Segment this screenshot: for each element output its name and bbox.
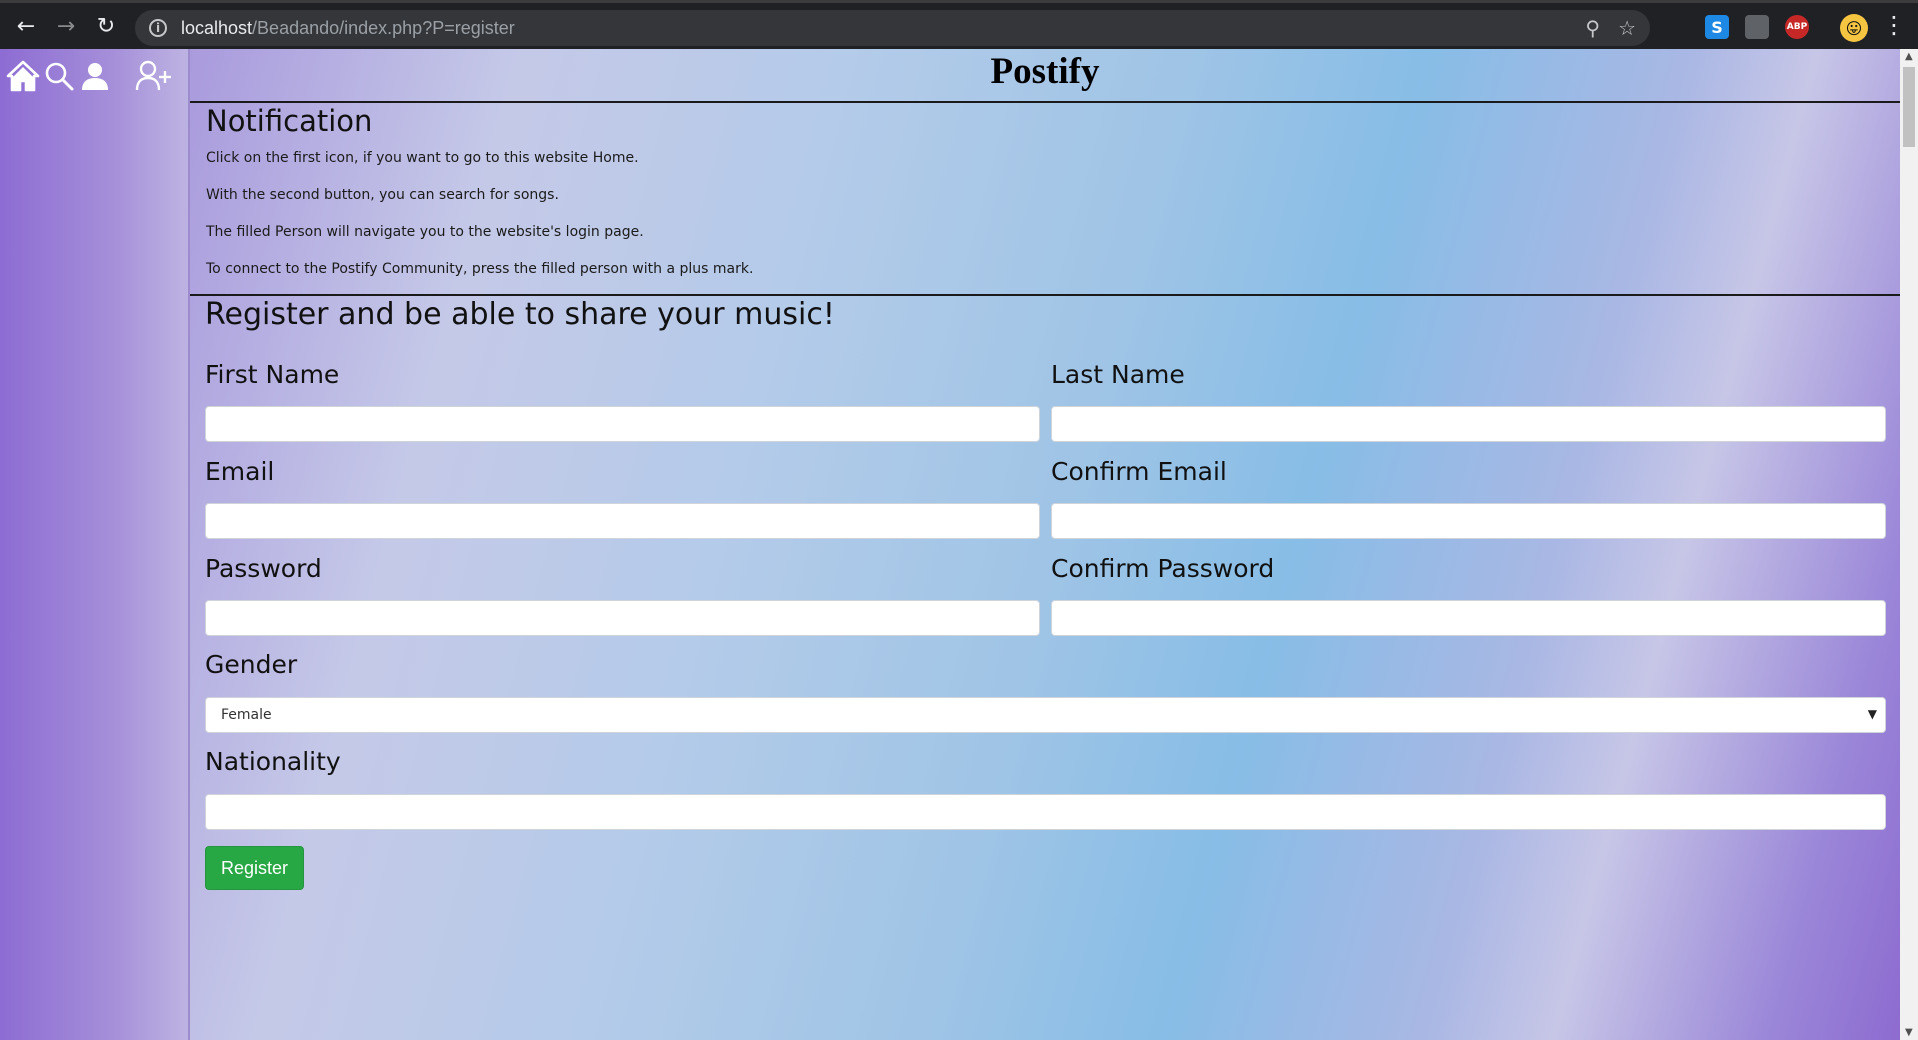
confirm-email-field[interactable] (1051, 503, 1886, 539)
register-heading: Register and be able to share your music… (205, 297, 835, 332)
scroll-down-arrow-icon[interactable]: ▼ (1905, 1027, 1913, 1038)
email-field[interactable] (205, 503, 1040, 539)
scroll-up-arrow-icon[interactable]: ▲ (1905, 51, 1913, 62)
first-name-field[interactable] (205, 406, 1040, 442)
page-viewport: Postify Notification Click on the first … (0, 49, 1900, 1040)
extension-icon[interactable] (1745, 15, 1769, 39)
first-name-label: First Name (205, 360, 340, 389)
divider (190, 101, 1900, 103)
info-icon[interactable]: i (149, 19, 167, 37)
sidebar (0, 49, 190, 1040)
nationality-field[interactable] (205, 794, 1886, 830)
scrollbar-thumb[interactable] (1903, 67, 1915, 147)
gender-selected-value: Female (221, 707, 272, 723)
register-button[interactable]: Register (205, 846, 304, 890)
zoom-icon[interactable]: ⚲ (1585, 16, 1600, 40)
back-arrow-icon[interactable]: ← (6, 6, 46, 46)
scrollbar[interactable]: ▲ ▼ (1900, 49, 1918, 1040)
home-icon[interactable] (6, 59, 40, 93)
gender-select[interactable]: Female ▼ (205, 697, 1886, 733)
search-icon[interactable] (42, 59, 76, 93)
site-title: Postify (990, 51, 1100, 92)
profile-avatar[interactable]: 😛 (1840, 14, 1868, 42)
adblock-extension-icon[interactable]: ABP (1785, 15, 1809, 39)
forward-arrow-icon[interactable]: → (46, 6, 86, 46)
reload-icon[interactable]: ↻ (86, 6, 126, 46)
last-name-field[interactable] (1051, 406, 1886, 442)
bookmark-star-icon[interactable]: ☆ (1618, 16, 1636, 40)
url-text[interactable]: localhost/Beadando/index.php?P=register (181, 18, 515, 39)
nationality-label: Nationality (205, 747, 341, 776)
browser-toolbar: ← → ↻ i localhost/Beadando/index.php?P=r… (0, 0, 1918, 49)
chevron-down-icon: ▼ (1867, 707, 1877, 721)
menu-kebab-icon[interactable]: ⋮ (1882, 11, 1906, 39)
main-content: Postify Notification Click on the first … (190, 49, 1900, 1040)
email-label: Email (205, 457, 275, 486)
gender-label: Gender (205, 650, 298, 679)
notification-title: Notification (206, 104, 373, 138)
password-label: Password (205, 554, 322, 583)
divider (190, 294, 1900, 296)
person-icon[interactable] (78, 59, 112, 93)
person-plus-icon[interactable] (134, 59, 174, 93)
confirm-email-label: Confirm Email (1051, 457, 1227, 486)
confirm-password-field[interactable] (1051, 600, 1886, 636)
skype-extension-icon[interactable]: S (1705, 15, 1729, 39)
notification-line-1: Click on the first icon, if you want to … (206, 150, 639, 166)
notification-line-4: To connect to the Postify Community, pre… (206, 261, 754, 277)
notification-line-2: With the second button, you can search f… (206, 187, 559, 203)
password-field[interactable] (205, 600, 1040, 636)
address-bar[interactable]: i localhost/Beadando/index.php?P=registe… (135, 10, 1650, 46)
confirm-password-label: Confirm Password (1051, 554, 1275, 583)
last-name-label: Last Name (1051, 360, 1185, 389)
notification-line-3: The filled Person will navigate you to t… (206, 224, 644, 240)
